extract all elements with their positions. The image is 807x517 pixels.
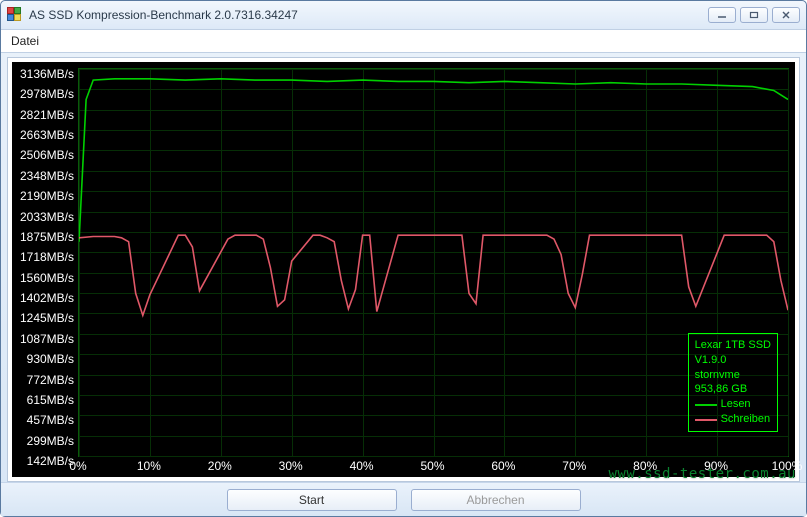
x-tick-label: 50% (420, 459, 444, 473)
minimize-button[interactable] (708, 7, 736, 23)
y-tick-label: 1875MB/s (20, 230, 74, 244)
chart-lines (79, 69, 788, 456)
x-tick-label: 80% (633, 459, 657, 473)
app-icon (7, 7, 23, 23)
legend-device: Lexar 1TB SSD (695, 338, 771, 353)
y-tick-label: 1087MB/s (20, 332, 74, 346)
menu-bar: Datei (1, 29, 806, 53)
legend-driver: stornvme (695, 368, 771, 383)
x-tick-label: 60% (491, 459, 515, 473)
legend-write-label: Schreiben (721, 412, 771, 427)
y-tick-label: 2821MB/s (20, 108, 74, 122)
y-tick-label: 2033MB/s (20, 210, 74, 224)
legend-read-row: Lesen (695, 397, 771, 412)
window-title: AS SSD Kompression-Benchmark 2.0.7316.34… (29, 8, 708, 22)
x-tick-label: 40% (350, 459, 374, 473)
x-tick-label: 70% (562, 459, 586, 473)
x-tick-label: 100% (772, 459, 803, 473)
y-axis-labels: 142MB/s299MB/s457MB/s615MB/s772MB/s930MB… (12, 68, 76, 457)
x-tick-label: 10% (137, 459, 161, 473)
window-controls (708, 7, 800, 23)
button-row: Start Abbrechen (1, 482, 806, 516)
legend-box: Lexar 1TB SSD V1.9.0 stornvme 953,86 GB … (688, 333, 778, 432)
swatch-write (695, 419, 717, 421)
window-frame: AS SSD Kompression-Benchmark 2.0.7316.34… (0, 0, 807, 517)
plot-area: Lexar 1TB SSD V1.9.0 stornvme 953,86 GB … (78, 68, 789, 457)
menu-file[interactable]: Datei (11, 34, 39, 48)
y-tick-label: 1245MB/s (20, 311, 74, 325)
y-tick-label: 930MB/s (27, 352, 74, 366)
abort-button: Abbrechen (411, 489, 581, 511)
y-tick-label: 615MB/s (27, 393, 74, 407)
y-tick-label: 2978MB/s (20, 87, 74, 101)
maximize-button[interactable] (740, 7, 768, 23)
legend-read-label: Lesen (721, 397, 751, 412)
x-tick-label: 0% (69, 459, 86, 473)
chart-panel: 142MB/s 299MB/s 457MB/s 615MB/s 772MB/s 930MB… (7, 57, 800, 482)
y-tick-label: 457MB/s (27, 413, 74, 427)
y-tick-label: 1402MB/s (20, 291, 74, 305)
legend-write-row: Schreiben (695, 412, 771, 427)
title-bar[interactable]: AS SSD Kompression-Benchmark 2.0.7316.34… (1, 1, 806, 29)
x-tick-label: 30% (279, 459, 303, 473)
swatch-read (695, 404, 717, 406)
chart-canvas: 142MB/s 299MB/s 457MB/s 615MB/s 772MB/s 930MB… (12, 62, 795, 477)
y-tick-label: 3136MB/s (20, 67, 74, 81)
x-tick-label: 20% (208, 459, 232, 473)
y-tick-label: 2506MB/s (20, 148, 74, 162)
y-tick-label: 772MB/s (27, 373, 74, 387)
legend-capacity: 953,86 GB (695, 382, 771, 397)
y-tick-label: 2190MB/s (20, 189, 74, 203)
y-tick-label: 299MB/s (27, 434, 74, 448)
x-tick-label: 90% (704, 459, 728, 473)
y-tick-label: 1560MB/s (20, 271, 74, 285)
legend-fw: V1.9.0 (695, 353, 771, 368)
y-tick-label: 2348MB/s (20, 169, 74, 183)
y-tick-label: 1718MB/s (20, 250, 74, 264)
y-tick-label: 2663MB/s (20, 128, 74, 142)
y-tick-label: 142MB/s (27, 454, 74, 468)
start-button[interactable]: Start (227, 489, 397, 511)
close-button[interactable] (772, 7, 800, 23)
x-axis-labels: 0%10%20%30%40%50%60%70%80%90%100% (78, 459, 789, 475)
